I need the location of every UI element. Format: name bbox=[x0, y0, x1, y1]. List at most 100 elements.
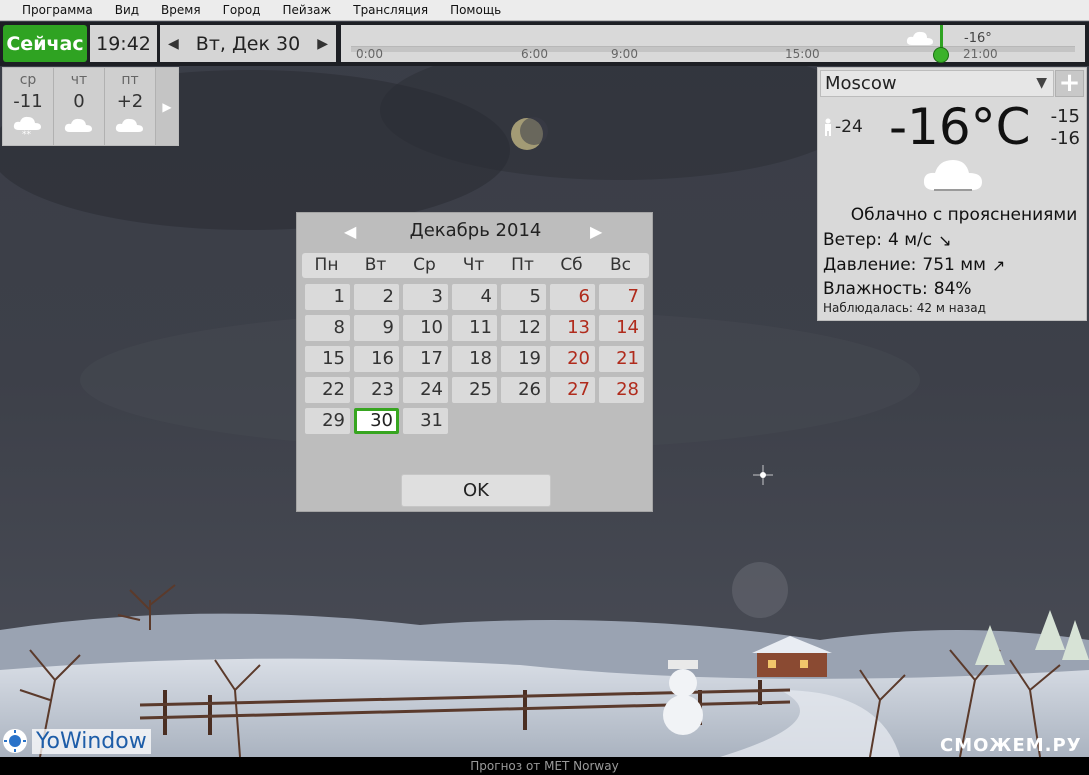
humidity-row: Влажность: 84% bbox=[823, 279, 972, 299]
pressure-value: 751 мм bbox=[922, 255, 986, 275]
cloud-icon bbox=[923, 160, 982, 191]
timeline-slider-handle[interactable] bbox=[933, 47, 949, 63]
timeline-tick: 15:00 bbox=[785, 47, 820, 61]
calendar-day[interactable]: 5 bbox=[501, 284, 546, 310]
cloud-icon bbox=[115, 118, 143, 132]
yowindow-logo[interactable]: YoWindow bbox=[2, 727, 151, 755]
current-temperature: -16°C bbox=[889, 98, 1031, 156]
calendar-day[interactable]: 15 bbox=[305, 346, 350, 372]
timeline[interactable]: 0:00 6:00 9:00 15:00 21:00 -16° bbox=[341, 25, 1085, 63]
calendar-day[interactable]: 24 bbox=[403, 377, 448, 403]
time-control-bar: Сейчас 19:42 ◀ Вт, Дек 30 ▶ 0:00 6:00 9:… bbox=[0, 22, 1089, 66]
observation-time: Наблюдалась: 42 м назад bbox=[823, 301, 986, 315]
next-month-icon[interactable]: ▶ bbox=[590, 222, 606, 242]
observed-label: Наблюдалась: bbox=[823, 301, 913, 315]
person-icon bbox=[825, 118, 831, 136]
weekday-label: Сб bbox=[560, 255, 583, 275]
city-selector[interactable]: Moscow ▼ bbox=[820, 70, 1054, 97]
wind-label: Ветер: bbox=[823, 230, 883, 250]
calendar-day[interactable]: 4 bbox=[452, 284, 497, 310]
calendar-day[interactable]: 26 bbox=[501, 377, 546, 403]
site-watermark: СМОЖЕМ.РУ bbox=[940, 735, 1082, 756]
forecast-day-temp: -11 bbox=[13, 91, 43, 112]
calendar-day[interactable]: 16 bbox=[354, 346, 399, 372]
timeline-tick: 6:00 bbox=[521, 47, 548, 61]
weekday-label: Пт bbox=[511, 255, 534, 275]
calendar-day-weekend[interactable]: 20 bbox=[550, 346, 595, 372]
calendar-day[interactable]: 23 bbox=[354, 377, 399, 403]
forecast-day[interactable]: чт 0 bbox=[54, 68, 105, 145]
calendar-day[interactable]: 8 bbox=[305, 315, 350, 341]
next-day-icon[interactable]: ▶ bbox=[317, 36, 328, 52]
forecast-day[interactable]: пт +2 bbox=[105, 68, 156, 145]
calendar-day[interactable]: 3 bbox=[403, 284, 448, 310]
svg-text:**: ** bbox=[22, 130, 32, 138]
calendar-day[interactable]: 18 bbox=[452, 346, 497, 372]
wind-value: 4 м/с bbox=[888, 230, 933, 250]
previous-month-icon[interactable]: ◀ bbox=[344, 222, 360, 242]
forecast-next-icon[interactable]: ▶ bbox=[156, 68, 178, 145]
menu-view[interactable]: Вид bbox=[104, 0, 150, 21]
calendar-day[interactable]: 19 bbox=[501, 346, 546, 372]
date-display[interactable]: Вт, Дек 30 bbox=[196, 33, 300, 55]
calendar-day-weekend[interactable]: 14 bbox=[599, 315, 644, 341]
weather-panel: Moscow ▼ + -24 -16°C -15 -16 Облачно с п… bbox=[817, 67, 1087, 321]
brand-name: YoWindow bbox=[32, 728, 151, 754]
calendar-day[interactable]: 29 bbox=[305, 408, 350, 434]
temperature-range: -15 -16 bbox=[1051, 106, 1080, 150]
calendar-week: 15 16 17 18 19 20 21 bbox=[305, 346, 648, 377]
calendar-day-weekend[interactable]: 13 bbox=[550, 315, 595, 341]
calendar-day[interactable]: 11 bbox=[452, 315, 497, 341]
humidity-value: 84% bbox=[933, 279, 972, 299]
sun-icon bbox=[3, 729, 27, 753]
previous-day-icon[interactable]: ◀ bbox=[168, 36, 179, 52]
calendar-day[interactable]: 2 bbox=[354, 284, 399, 310]
calendar-week: 22 23 24 25 26 27 28 bbox=[305, 377, 648, 408]
calendar-day-weekend[interactable]: 6 bbox=[550, 284, 595, 310]
time-display[interactable]: 19:42 bbox=[90, 25, 157, 62]
calendar-day[interactable]: 12 bbox=[501, 315, 546, 341]
calendar-day-weekend[interactable]: 21 bbox=[599, 346, 644, 372]
pressure-row: Давление: 751 мм ↗ bbox=[823, 255, 1005, 275]
menu-bar: Программа Вид Время Город Пейзаж Трансля… bbox=[0, 0, 1089, 21]
calendar-day-weekend[interactable]: 28 bbox=[599, 377, 644, 403]
chevron-down-icon[interactable]: ▼ bbox=[1036, 71, 1047, 96]
menu-program[interactable]: Программа bbox=[11, 0, 104, 21]
weekday-label: Вт bbox=[364, 255, 387, 275]
timeline-tick: 21:00 bbox=[963, 47, 998, 61]
feels-like-temp: -24 bbox=[835, 117, 863, 137]
calendar-day[interactable]: 17 bbox=[403, 346, 448, 372]
forecast-day[interactable]: ср -11 ** bbox=[3, 68, 54, 145]
calendar-day[interactable]: 9 bbox=[354, 315, 399, 341]
calendar-day[interactable]: 31 bbox=[403, 408, 448, 434]
forecast-source: Прогноз от MET Norway bbox=[470, 759, 619, 773]
humidity-label: Влажность: bbox=[823, 279, 928, 299]
now-button[interactable]: Сейчас bbox=[3, 25, 87, 62]
daily-forecast: ср -11 ** чт 0 пт +2 ▶ bbox=[2, 67, 179, 146]
calendar-day[interactable]: 25 bbox=[452, 377, 497, 403]
calendar-day[interactable]: 22 bbox=[305, 377, 350, 403]
calendar-day-weekend[interactable]: 7 bbox=[599, 284, 644, 310]
snow-cloud-icon: ** bbox=[13, 116, 41, 138]
date-selector: ◀ Вт, Дек 30 ▶ bbox=[160, 25, 336, 62]
calendar-empty-cell bbox=[501, 408, 546, 434]
menu-landscape[interactable]: Пейзаж bbox=[271, 0, 342, 21]
cloud-icon bbox=[64, 118, 92, 132]
cloud-icon bbox=[906, 31, 933, 45]
menu-city[interactable]: Город bbox=[212, 0, 272, 21]
ok-button[interactable]: OK bbox=[401, 474, 551, 507]
calendar-day-weekend[interactable]: 27 bbox=[550, 377, 595, 403]
weekday-label: Чт bbox=[462, 255, 485, 275]
pressure-trend-icon: ↗ bbox=[991, 255, 1006, 275]
weather-condition: Облачно с прояснениями bbox=[850, 205, 1078, 225]
calendar-day[interactable]: 1 bbox=[305, 284, 350, 310]
menu-help[interactable]: Помощь bbox=[439, 0, 512, 21]
add-city-button[interactable]: + bbox=[1055, 70, 1084, 97]
calendar-empty-cell bbox=[452, 408, 497, 434]
menu-broadcast[interactable]: Трансляция bbox=[342, 0, 439, 21]
calendar-day-selected[interactable]: 30 bbox=[354, 408, 399, 434]
calendar-day[interactable]: 10 bbox=[403, 315, 448, 341]
feels-like: -24 bbox=[823, 117, 863, 137]
city-name: Moscow bbox=[825, 73, 897, 94]
menu-time[interactable]: Время bbox=[150, 0, 212, 21]
